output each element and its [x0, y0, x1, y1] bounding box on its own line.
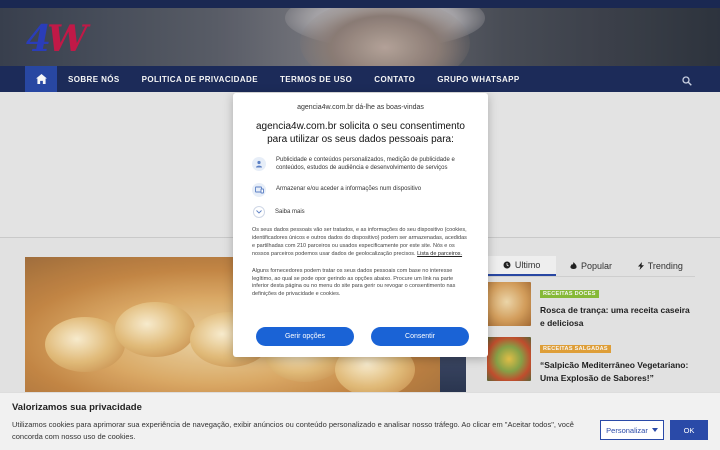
ok-button[interactable]: OK — [670, 420, 708, 440]
consent-paragraph-legitimate-interest: Alguns fornecedores podem tratar os seus… — [252, 267, 456, 298]
cookie-bar-text: Utilizamos cookies para aprimorar sua ex… — [12, 420, 574, 441]
caret-down-icon — [651, 428, 658, 432]
consent-dialog: agencia4w.com.br dá-lhe as boas-vindas a… — [233, 93, 488, 357]
purpose-text: Publicidade e conteúdos personalizados, … — [276, 157, 455, 171]
purpose-text: Armazenar e/ou aceder a informações num … — [276, 186, 422, 192]
consent-greeting: agencia4w.com.br dá-lhe as boas-vindas — [297, 104, 424, 111]
cookie-bar-title: Valorizamos sua privacidade — [12, 402, 142, 413]
purpose-item: Publicidade e conteúdos personalizados, … — [252, 156, 469, 172]
partners-link[interactable]: Lista de parceiros. — [417, 251, 462, 257]
consent-buttons: Gerir opções Consentir — [256, 327, 469, 346]
cookie-bar: Valorizamos sua privacidade Utilizamos c… — [0, 392, 720, 450]
purpose-item: Armazenar e/ou aceder a informações num … — [252, 182, 469, 197]
manage-options-button[interactable]: Gerir opções — [256, 327, 354, 346]
chevron-down-icon — [253, 206, 265, 218]
learn-more-toggle[interactable]: Saiba mais — [252, 206, 469, 218]
person-icon — [252, 157, 266, 171]
customize-label: Personalizar — [606, 425, 648, 435]
consent-button[interactable]: Consentir — [371, 327, 469, 346]
device-icon — [252, 183, 266, 197]
consent-paragraph: Os seus dados pessoais vão ser tratados,… — [252, 227, 469, 259]
learn-more-label: Saiba mais — [275, 209, 305, 215]
customize-button[interactable]: Personalizar — [600, 420, 664, 440]
consent-heading: agencia4w.com.br solicita o seu consenti… — [255, 121, 465, 145]
